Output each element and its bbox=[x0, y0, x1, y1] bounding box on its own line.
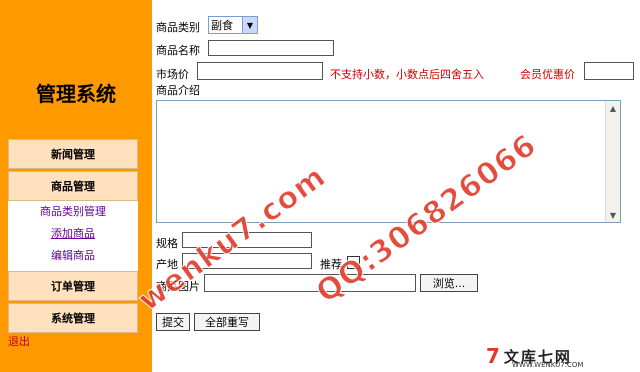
spec-label: 规格 bbox=[156, 237, 178, 250]
price-note: 不支持小数，小数点后四舍五入 bbox=[330, 68, 484, 81]
category-label: 商品类别 bbox=[156, 21, 200, 34]
reset-button[interactable]: 全部重写 bbox=[194, 313, 260, 331]
menu-order-management[interactable]: 订单管理 bbox=[8, 271, 138, 301]
sidebar: 管理系统 新闻管理 商品管理 商品类别管理 添加商品 编辑商品 订单管理 系统管… bbox=[0, 0, 152, 372]
submenu-category-management[interactable]: 商品类别管理 bbox=[8, 201, 138, 223]
menu-system-management[interactable]: 系统管理 bbox=[8, 303, 138, 333]
menu-goods-management[interactable]: 商品管理 bbox=[8, 171, 138, 201]
intro-textarea[interactable]: ▲ ▼ bbox=[156, 100, 621, 223]
sidebar-title: 管理系统 bbox=[36, 82, 116, 106]
menu-news-management[interactable]: 新闻管理 bbox=[8, 139, 138, 169]
scroll-up-icon[interactable]: ▲ bbox=[606, 101, 620, 115]
category-selected-value: 副食 bbox=[211, 19, 233, 32]
market-price-input[interactable] bbox=[197, 62, 323, 80]
chevron-down-icon[interactable]: ▼ bbox=[242, 17, 257, 33]
logo-mark-icon: 7 bbox=[486, 344, 500, 368]
logout-link[interactable]: 退出 bbox=[8, 333, 30, 349]
market-price-label: 市场价 bbox=[156, 68, 189, 81]
submenu-edit-goods[interactable]: 编辑商品 bbox=[8, 245, 138, 267]
intro-label: 商品介绍 bbox=[156, 84, 200, 97]
submit-button[interactable]: 提交 bbox=[156, 313, 190, 331]
name-label: 商品名称 bbox=[156, 44, 200, 57]
browse-button[interactable]: 浏览... bbox=[420, 274, 478, 292]
intro-scrollbar[interactable]: ▲ ▼ bbox=[605, 101, 620, 222]
category-select[interactable]: 副食 ▼ bbox=[208, 16, 258, 34]
name-input[interactable] bbox=[208, 40, 334, 56]
member-price-input[interactable] bbox=[584, 62, 634, 80]
scroll-down-icon[interactable]: ▼ bbox=[606, 208, 620, 222]
logo-url: WWW.WENKU7.COM bbox=[512, 361, 584, 369]
submenu-add-goods[interactable]: 添加商品 bbox=[8, 223, 138, 245]
goods-submenu: 商品类别管理 添加商品 编辑商品 bbox=[8, 201, 138, 271]
member-price-label: 会员优惠价 bbox=[520, 68, 575, 81]
